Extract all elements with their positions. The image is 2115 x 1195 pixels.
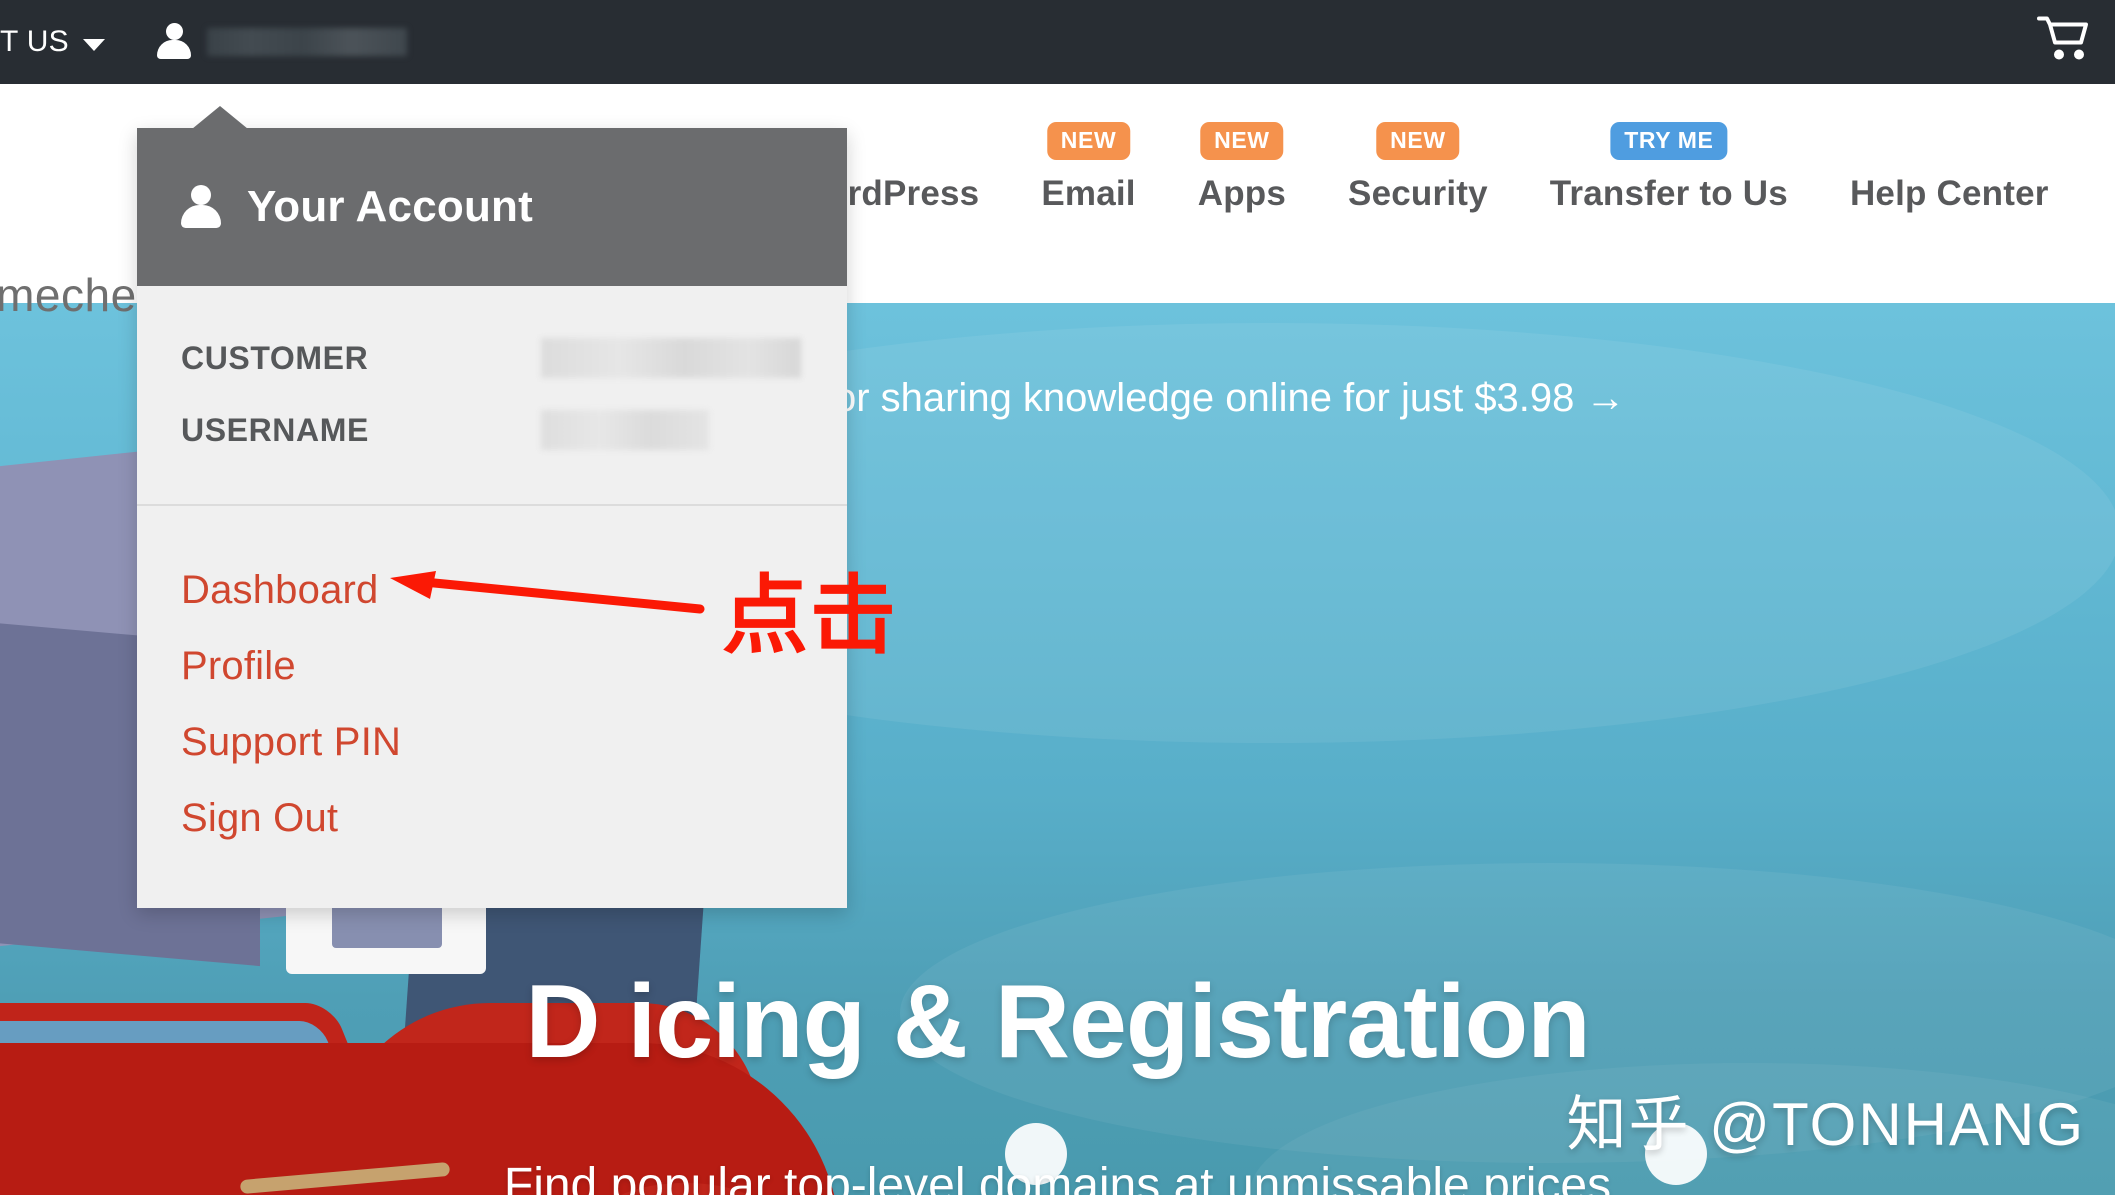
page-subtitle: Find popular top-level domains at unmiss… [503, 1159, 1612, 1195]
top-utility-bar: T US [0, 0, 2115, 84]
dropdown-link-profile[interactable]: Profile [181, 628, 803, 704]
shopping-cart-icon [2037, 16, 2088, 60]
account-dropdown-panel: Your Account CUSTOMER USERNAME Dashboard… [137, 106, 847, 908]
account-field-customer: CUSTOMER [181, 322, 803, 394]
person-icon [157, 23, 191, 61]
account-menu-trigger[interactable] [121, 0, 431, 84]
nav-item-label: ordPress [826, 173, 980, 213]
dropdown-account-info: CUSTOMER USERNAME [137, 286, 847, 494]
nav-item-transfer-to-us[interactable]: TRY ME Transfer to Us [1544, 121, 1794, 214]
account-field-value-masked [541, 338, 801, 378]
dropdown-header: Your Account [137, 128, 847, 286]
nav-item-label: Email [1041, 173, 1136, 213]
top-bar-left-group: T US [0, 0, 431, 84]
nav-item-help-center[interactable]: Help Center [1844, 174, 2055, 214]
dropdown-title: Your Account [247, 182, 533, 231]
dropdown-link-sign-out[interactable]: Sign Out [181, 780, 803, 856]
dropdown-link-support-pin[interactable]: Support PIN [181, 704, 803, 780]
chevron-down-icon [83, 38, 105, 51]
account-field-label: CUSTOMER [181, 339, 369, 376]
nav-item-label: Security [1348, 173, 1488, 213]
cart-button[interactable] [2037, 16, 2089, 69]
account-field-username: USERNAME [181, 394, 803, 466]
annotation-label: 点击 [722, 566, 898, 666]
nav-item-label: Transfer to Us [1549, 173, 1788, 213]
watermark: 知乎 @TONHANG [1566, 1091, 2085, 1158]
page-title: D icing & Registration [525, 964, 1590, 1080]
nav-item-apps[interactable]: NEW Apps [1192, 121, 1292, 214]
nav-item-security[interactable]: NEW Security [1342, 121, 1494, 214]
country-selector[interactable]: T US [0, 25, 121, 59]
person-icon [181, 184, 221, 230]
nav-item-email[interactable]: NEW Email [1035, 121, 1141, 214]
nav-badge-try-me: TRY ME [1610, 121, 1728, 160]
account-field-label: USERNAME [181, 411, 369, 448]
dropdown-link-dashboard[interactable]: Dashboard [181, 552, 803, 628]
account-field-value-masked [541, 410, 709, 450]
nav-item-label: Help Center [1849, 173, 2049, 213]
nav-item-list: ordPress NEW Email NEW Apps NEW Security… [820, 84, 2055, 303]
dropdown-pointer-arrow [192, 106, 248, 129]
nav-badge-new: NEW [1046, 121, 1131, 160]
account-username-masked [207, 28, 407, 56]
nav-badge-new: NEW [1376, 121, 1460, 160]
nav-badge-new: NEW [1200, 121, 1284, 160]
nav-item-label: Apps [1197, 173, 1287, 213]
country-selector-label: T US [0, 25, 69, 58]
